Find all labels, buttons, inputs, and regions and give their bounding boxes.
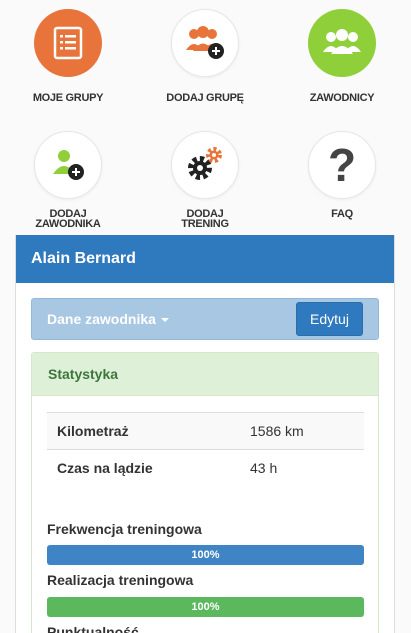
tile-dodaj-trening-circle[interactable]: [171, 131, 239, 199]
tile-label-line2: TRENING: [181, 218, 229, 230]
group-icon: [323, 29, 361, 54]
add-user-icon: [53, 150, 84, 180]
tile-label[interactable]: DODAJ ZAWODNIKA: [8, 209, 128, 230]
tile-dodaj-zawodnika-circle[interactable]: [34, 131, 102, 199]
athlete-data-bar: Dane zawodnika Edytuj: [31, 298, 379, 340]
stat-key: Kilometraż: [57, 423, 129, 439]
tile-label[interactable]: FAQ: [282, 209, 402, 220]
athlete-panel: Alain Bernard Dane zawodnika Edytuj Stat…: [15, 235, 395, 633]
statistics-panel: Statystyka Kilometraż 1586 km Czas na lą…: [31, 352, 379, 633]
table-row: Czas na lądzie 43 h: [47, 450, 364, 486]
progress-bar: 100%: [47, 545, 364, 565]
gears-icon: [188, 147, 222, 180]
tile-zawodnicy-circle[interactable]: [308, 9, 376, 77]
add-group-icon: [186, 26, 224, 59]
tile-label-line2: ZAWODNIKA: [35, 218, 101, 230]
edit-button[interactable]: Edytuj: [296, 302, 363, 336]
tile-moje-grupy-circle[interactable]: [34, 9, 102, 77]
table-row: Kilometraż 1586 km: [47, 413, 364, 450]
progress-label: Frekwencja treningowa: [47, 521, 202, 537]
tile-label[interactable]: ZAWODNICY: [282, 93, 402, 104]
tile-label[interactable]: MOJE GRUPY: [8, 93, 128, 104]
tile-zawodnicy[interactable]: ZAWODNICY: [282, 9, 402, 104]
tile-faq[interactable]: ? FAQ: [282, 131, 402, 220]
statistics-table: Kilometraż 1586 km Czas na lądzie 43 h: [47, 412, 364, 486]
statistics-title: Statystyka: [32, 353, 378, 396]
tile-faq-circle[interactable]: ?: [308, 131, 376, 199]
tile-navigation: MOJE GRUPY DODAJ GRUPĘ ZAWODNICY DODAJ Z…: [0, 0, 411, 235]
progress-bar: 100%: [47, 597, 364, 617]
tile-dodaj-grupe-circle[interactable]: [171, 9, 239, 77]
stat-key: Czas na lądzie: [57, 460, 153, 476]
document-list-icon: [53, 26, 83, 60]
tile-dodaj-grupe[interactable]: DODAJ GRUPĘ: [145, 9, 265, 104]
tile-label[interactable]: DODAJ TRENING: [145, 209, 265, 230]
athlete-data-dropdown[interactable]: Dane zawodnika: [47, 299, 169, 339]
progress-fill: 100%: [47, 545, 364, 565]
progress-fill: 100%: [47, 597, 364, 617]
athlete-data-label: Dane zawodnika: [47, 311, 156, 327]
stat-value: 1586 km: [250, 423, 304, 439]
tile-label[interactable]: DODAJ GRUPĘ: [145, 93, 265, 104]
progress-label: Punktualność: [47, 624, 139, 633]
tile-dodaj-zawodnika[interactable]: DODAJ ZAWODNIKA: [8, 131, 128, 230]
progress-label: Realizacja treningowa: [47, 572, 194, 588]
athlete-name: Alain Bernard: [16, 235, 394, 283]
question-mark-icon: ?: [327, 139, 357, 191]
tile-moje-grupy[interactable]: MOJE GRUPY: [8, 9, 128, 104]
stat-value: 43 h: [250, 460, 278, 476]
tile-dodaj-trening[interactable]: DODAJ TRENING: [145, 131, 265, 230]
caret-down-icon: [160, 318, 169, 323]
